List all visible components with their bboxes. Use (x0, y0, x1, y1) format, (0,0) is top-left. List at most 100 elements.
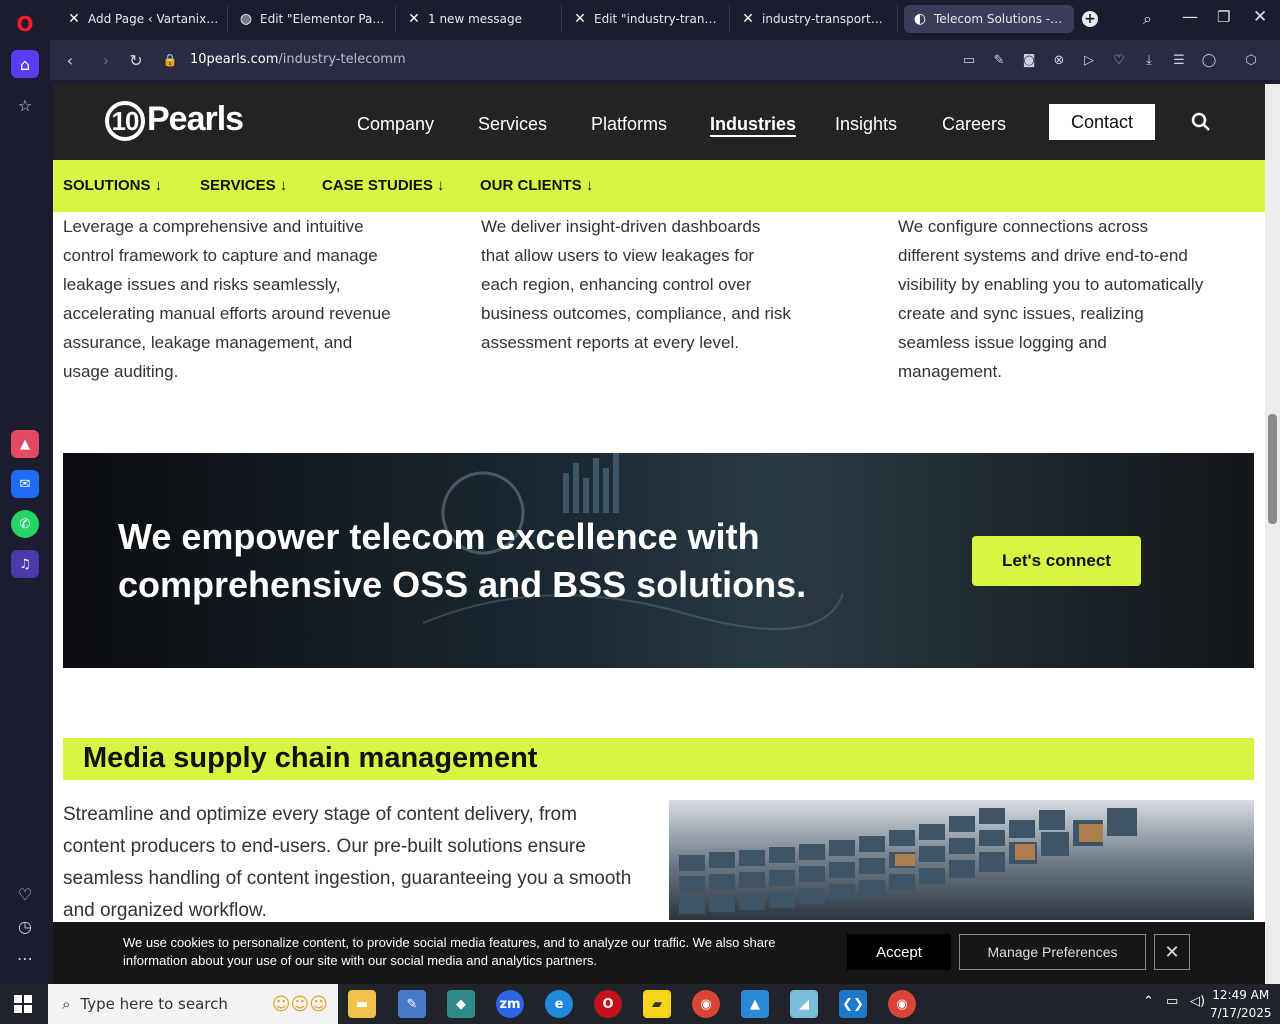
close-window-icon[interactable]: ✕ (1253, 7, 1267, 27)
restore-icon[interactable]: ❐ (1217, 8, 1230, 26)
cookie-banner: We use cookies to personalize content, t… (53, 922, 1265, 984)
menu-careers[interactable]: Careers (942, 114, 1006, 135)
10pearls-icon: ◐ (913, 11, 927, 27)
search-icon[interactable] (1191, 112, 1211, 132)
search-tabs-icon[interactable]: ⌕ (1143, 9, 1152, 29)
download-icon[interactable]: ⤓ (1140, 51, 1158, 69)
x-logo-icon: ✕ (68, 11, 80, 27)
close-icon[interactable]: ✕ (1154, 934, 1190, 970)
adblock-icon[interactable]: ⊗ (1050, 51, 1068, 69)
send-icon[interactable]: ▷ (1080, 51, 1098, 69)
tab-industry-transportation[interactable]: ✕industry-transportation - (732, 5, 898, 33)
system-clock[interactable]: 12:49 AM 7/17/2025 (1210, 986, 1272, 1022)
browser-sidebar: O ⌂ ☆ ▲ ✉ ✆ ♫ ♡ ◷ ⋯ (0, 0, 50, 984)
network-icon[interactable]: ▭ (1166, 994, 1178, 1009)
emoji-icon: ☺☺☺ (271, 993, 328, 1015)
media-section-title: Media supply chain management (83, 742, 538, 774)
clock-date: 7/17/2025 (1210, 1006, 1272, 1020)
menu-services[interactable]: Services (478, 114, 547, 135)
reader-mode-icon[interactable]: ▭ (960, 51, 978, 69)
media-wall-image (669, 800, 1254, 920)
menu-insights[interactable]: Insights (835, 114, 897, 135)
heart-icon[interactable]: ♡ (11, 880, 39, 908)
tab-new-message[interactable]: ✕ 1 new message (398, 5, 562, 33)
10pearls-logo[interactable]: 10 Pearls (105, 100, 244, 142)
tab-edit-elementor[interactable]: ◍Edit "Elementor Page #10 (230, 5, 396, 33)
minimize-icon[interactable]: — (1182, 7, 1198, 26)
tab-telecom-solutions[interactable]: ◐Telecom Solutions - 10Pea (904, 5, 1074, 33)
profile-icon[interactable]: ◯ (1200, 51, 1218, 69)
file-explorer-icon[interactable]: ▬ (348, 990, 376, 1018)
taskbar-search[interactable]: ⌕ Type here to search ☺☺☺ (48, 984, 338, 1024)
opera-logo-icon[interactable]: O (11, 10, 39, 38)
tab-edit-industry-transportation[interactable]: ✕Edit "industry-transportat (564, 5, 730, 33)
history-icon[interactable]: ◷ (11, 912, 39, 940)
manage-preferences-button[interactable]: Manage Preferences (959, 934, 1146, 970)
subnav-case-studies[interactable]: CASE STUDIES ↓ (322, 177, 445, 194)
media-section-header: Media supply chain management (63, 738, 1254, 780)
new-tab-button[interactable]: + (1082, 11, 1098, 27)
app-icon[interactable]: ◆ (447, 990, 475, 1018)
photos-icon[interactable]: ▲ (741, 990, 769, 1018)
aria-icon[interactable]: ▲ (11, 430, 39, 458)
page-scrollbar[interactable] (1265, 84, 1280, 984)
taskbar-search-placeholder: Type here to search (80, 995, 228, 1013)
subnav-services[interactable]: SERVICES ↓ (200, 177, 287, 194)
sub-navigation: SOLUTIONS ↓ SERVICES ↓ CASE STUDIES ↓ OU… (53, 160, 1265, 212)
cta-banner: We empower telecom excellence with compr… (63, 453, 1254, 668)
extensions-icon[interactable]: ⬡ (1242, 51, 1260, 69)
media-wall-tiles (679, 808, 1137, 914)
globe-icon: ◍ (239, 11, 253, 27)
lets-connect-button[interactable]: Let's connect (972, 536, 1141, 586)
more-icon[interactable]: ⋯ (11, 944, 39, 972)
clock-time: 12:49 AM (1212, 988, 1270, 1002)
reload-icon[interactable]: ↻ (126, 50, 146, 70)
opera-icon[interactable]: O (594, 990, 622, 1018)
tab-strip: ✕Add Page ‹ Vartanix — W ◍Edit "Elemento… (0, 0, 1280, 38)
subnav-our-clients[interactable]: OUR CLIENTS ↓ (480, 177, 593, 194)
menu-platforms[interactable]: Platforms (591, 114, 667, 135)
x-logo-icon: ✕ (408, 11, 420, 27)
site-header: 10 Pearls Company Services Platforms Indu… (53, 84, 1265, 160)
feature-column-3: We configure connections across differen… (898, 217, 1204, 381)
easy-setup-icon[interactable]: ☰ (1170, 51, 1188, 69)
tab-add-page[interactable]: ✕Add Page ‹ Vartanix — W (58, 5, 228, 33)
edge-icon[interactable]: e (545, 990, 573, 1018)
forward-icon[interactable]: › (96, 50, 116, 70)
address-bar: ‹ › ↻ 🔒 10pearls.com/industry-telecomm ▭… (50, 40, 1280, 80)
camera-icon[interactable]: ◙ (1020, 51, 1038, 69)
app-icon-2[interactable]: ◢ (790, 990, 818, 1018)
messenger-icon[interactable]: ✉ (11, 470, 39, 498)
menu-industries[interactable]: Industries (710, 114, 797, 137)
x-logo-icon: ✕ (742, 11, 754, 27)
cookie-text: We use cookies to personalize content, t… (123, 935, 776, 968)
sticky-notes-icon[interactable]: ▰ (643, 990, 671, 1018)
accept-cookies-button[interactable]: Accept (847, 934, 951, 970)
bookmarks-star-icon[interactable]: ☆ (11, 91, 39, 119)
contact-button[interactable]: Contact (1049, 104, 1155, 140)
whatsapp-icon[interactable]: ✆ (11, 510, 39, 538)
subnav-solutions[interactable]: SOLUTIONS ↓ (63, 177, 162, 194)
lock-icon[interactable]: 🔒 (160, 50, 180, 70)
music-player-icon[interactable]: ♫ (11, 550, 39, 578)
back-icon[interactable]: ‹ (60, 50, 80, 70)
chrome-icon-2[interactable]: ◉ (888, 990, 916, 1018)
feature-column-1: Leverage a comprehensive and intuitive c… (63, 217, 391, 381)
windows-start-icon[interactable] (14, 995, 32, 1013)
paint-icon[interactable]: ✎ (398, 990, 426, 1018)
home-icon[interactable]: ⌂ (11, 50, 39, 78)
chrome-icon[interactable]: ◉ (692, 990, 720, 1018)
heart-icon[interactable]: ♡ (1110, 51, 1128, 69)
zoom-icon[interactable]: zm (496, 990, 524, 1018)
vscode-icon[interactable]: ❮❯ (839, 990, 867, 1018)
chevron-up-icon[interactable]: ⌃ (1143, 994, 1154, 1009)
banner-title: We empower telecom excellence with compr… (118, 516, 807, 605)
menu-company[interactable]: Company (357, 114, 434, 135)
scrollbar-thumb[interactable] (1268, 414, 1277, 524)
edit-icon[interactable]: ✎ (990, 51, 1008, 69)
web-viewport: 10 Pearls Company Services Platforms Indu… (53, 84, 1265, 984)
media-section-body: Streamline and optimize every stage of c… (63, 804, 632, 921)
volume-icon[interactable]: ◁) (1190, 994, 1205, 1009)
url-field[interactable]: 10pearls.com/industry-telecomm (190, 52, 406, 67)
x-logo-icon: ✕ (574, 11, 586, 27)
